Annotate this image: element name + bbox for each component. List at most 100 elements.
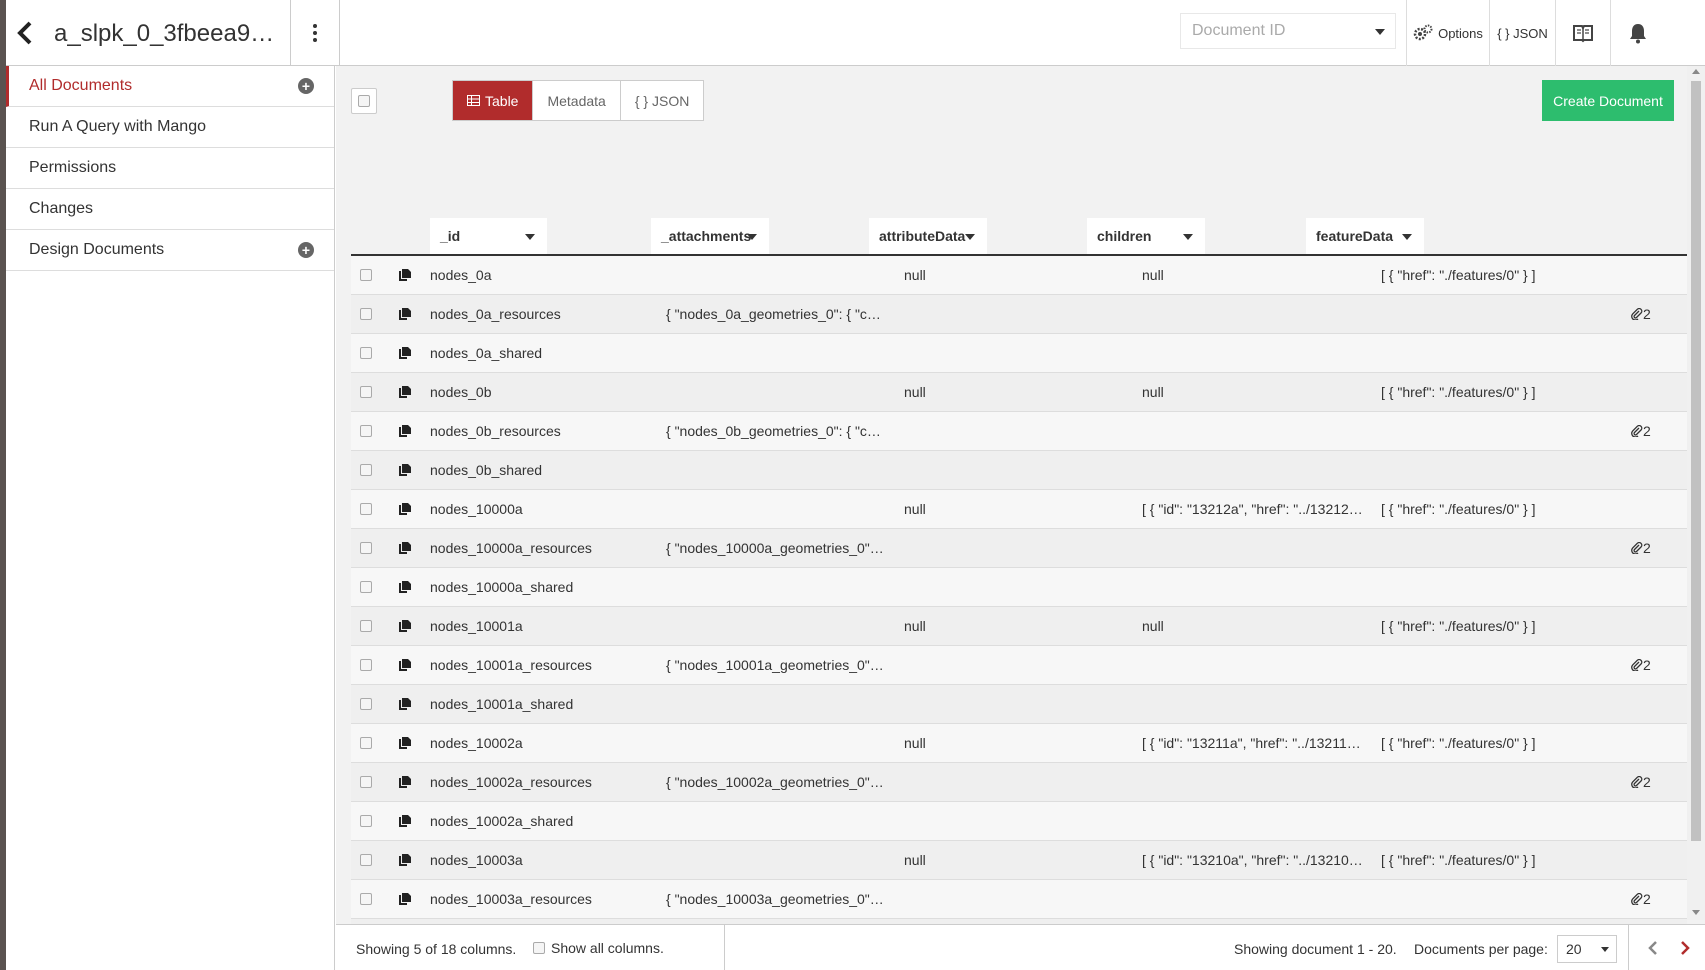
copy-icon[interactable] [398,580,412,594]
copy-icon[interactable] [398,853,412,867]
row-checkbox[interactable] [360,542,372,554]
row-checkbox[interactable] [360,347,372,359]
row-checkbox[interactable] [360,464,372,476]
row-checkbox[interactable] [360,620,372,632]
view-json-button[interactable]: { } JSON [621,81,703,120]
cell-id[interactable]: nodes_10000a_shared [430,568,640,606]
row-checkbox[interactable] [360,503,372,515]
cell-id[interactable]: nodes_10002a_resources [430,763,640,801]
database-menu-button[interactable] [290,0,340,66]
options-button[interactable]: Options [1406,0,1489,66]
cell-id[interactable]: nodes_0b_resources [430,412,640,450]
cell-id[interactable]: nodes_10003a [430,841,640,879]
cell-id[interactable]: nodes_0b_shared [430,451,640,489]
view-table-button[interactable]: Table [453,81,534,120]
table-row[interactable]: nodes_0a_shared [351,334,1687,373]
table-row[interactable]: nodes_0a null null [ { "href": "./featur… [351,256,1687,295]
table-row[interactable]: nodes_10002a null [ { "id": "13211a", "h… [351,724,1687,763]
cell-id[interactable]: nodes_10003a_resources [430,880,640,918]
table-row[interactable]: nodes_10002a_shared [351,802,1687,841]
copy-icon[interactable] [398,775,412,789]
row-checkbox[interactable] [360,659,372,671]
row-checkbox[interactable] [360,698,372,710]
scrollbar[interactable] [1687,66,1705,920]
copy-icon[interactable] [398,424,412,438]
show-all-columns-checkbox[interactable] [533,942,545,954]
copy-icon[interactable] [398,541,412,555]
copy-icon[interactable] [398,385,412,399]
row-checkbox[interactable] [360,815,372,827]
scroll-up-arrow-icon[interactable] [1692,69,1700,74]
copy-icon[interactable] [398,346,412,360]
notifications-button[interactable] [1610,0,1665,66]
cell-id[interactable]: nodes_10001a_resources [430,646,640,684]
select-all-checkbox[interactable] [351,88,377,114]
create-document-button[interactable]: Create Document [1542,80,1674,121]
documentation-button[interactable] [1555,0,1610,66]
cell-id[interactable]: nodes_10001a_shared [430,685,640,723]
table-row[interactable]: nodes_0b null null [ { "href": "./featur… [351,373,1687,412]
table-row[interactable]: nodes_10001a_resources { "nodes_10001a_g… [351,646,1687,685]
column-header-attachments[interactable]: _attachments [651,218,769,254]
row-checkbox[interactable] [360,425,372,437]
table-row[interactable]: nodes_10001a null null [ { "href": "./fe… [351,607,1687,646]
next-page-button[interactable] [1670,925,1700,970]
column-header-featuredata[interactable]: featureData [1306,218,1424,254]
cell-id[interactable]: nodes_10000a [430,490,640,528]
row-checkbox[interactable] [360,386,372,398]
cell-id[interactable]: nodes_10001a [430,607,640,645]
cell-id[interactable]: nodes_10002a [430,724,640,762]
plus-circle-icon[interactable]: + [298,242,314,258]
row-checkbox[interactable] [360,893,372,905]
copy-icon[interactable] [398,307,412,321]
row-checkbox[interactable] [360,776,372,788]
column-header-attributedata[interactable]: attributeData [869,218,987,254]
copy-icon[interactable] [398,814,412,828]
row-checkbox[interactable] [360,269,372,281]
view-metadata-button[interactable]: Metadata [533,81,621,120]
cell-id[interactable]: nodes_0b [430,373,640,411]
show-all-columns-toggle[interactable]: Show all columns. [533,925,664,970]
row-checkbox[interactable] [360,581,372,593]
column-header-id[interactable]: _id [430,218,547,254]
back-button[interactable] [6,0,44,66]
row-checkbox[interactable] [360,737,372,749]
column-header-children[interactable]: children [1087,218,1205,254]
table-row[interactable]: nodes_10002a_resources { "nodes_10002a_g… [351,763,1687,802]
previous-page-button[interactable] [1638,925,1668,970]
table-row[interactable]: nodes_10000a_shared [351,568,1687,607]
table-row[interactable]: nodes_10003a_resources { "nodes_10003a_g… [351,880,1687,919]
copy-icon[interactable] [398,658,412,672]
cell-id[interactable]: nodes_0a_shared [430,334,640,372]
table-row[interactable]: nodes_10003a null [ { "id": "13210a", "h… [351,841,1687,880]
copy-icon[interactable] [398,736,412,750]
per-page-select[interactable]: 20 [1557,935,1617,963]
table-row[interactable]: nodes_10001a_shared [351,685,1687,724]
scroll-down-arrow-icon[interactable] [1692,910,1700,915]
copy-icon[interactable] [398,502,412,516]
table-row[interactable]: nodes_0a_resources { "nodes_0a_geometrie… [351,295,1687,334]
cell-id[interactable]: nodes_0a_resources [430,295,640,333]
cell-id[interactable]: nodes_10002a_shared [430,802,640,840]
sidebar-item-all-documents[interactable]: All Documents + [6,66,334,107]
plus-circle-icon[interactable]: + [298,78,314,94]
cell-id[interactable]: nodes_10000a_resources [430,529,640,567]
copy-icon[interactable] [398,268,412,282]
row-checkbox[interactable] [360,308,372,320]
document-id-search[interactable]: Document ID [1180,13,1396,49]
copy-icon[interactable] [398,463,412,477]
row-checkbox[interactable] [360,854,372,866]
copy-icon[interactable] [398,892,412,906]
scrollbar-thumb[interactable] [1691,81,1701,841]
sidebar-item-mango-query[interactable]: Run A Query with Mango [6,107,334,148]
sidebar-item-design-documents[interactable]: Design Documents + [6,230,334,271]
table-row[interactable]: nodes_0b_shared [351,451,1687,490]
table-row[interactable]: nodes_0b_resources { "nodes_0b_geometrie… [351,412,1687,451]
sidebar-item-permissions[interactable]: Permissions [6,148,334,189]
table-row[interactable]: nodes_10000a null [ { "id": "13212a", "h… [351,490,1687,529]
table-row[interactable]: nodes_10000a_resources { "nodes_10000a_g… [351,529,1687,568]
sidebar-item-changes[interactable]: Changes [6,189,334,230]
copy-icon[interactable] [398,697,412,711]
json-button[interactable]: { } JSON [1489,0,1555,66]
copy-icon[interactable] [398,619,412,633]
